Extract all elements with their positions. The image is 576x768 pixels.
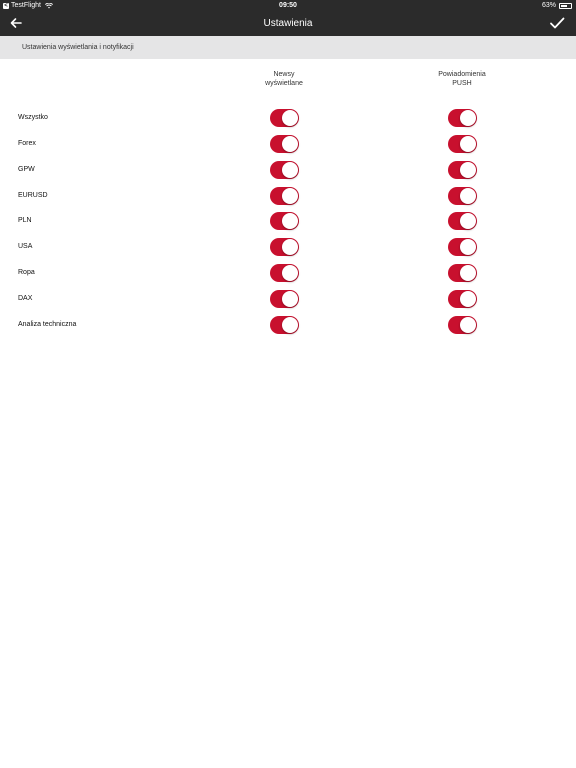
status-right: 63%	[542, 0, 572, 11]
column-header-push: Powiadomienia PUSH	[438, 71, 486, 87]
battery-percent: 63%	[541, 2, 556, 9]
list-item: USA	[0, 234, 576, 260]
toggle-push[interactable]	[448, 134, 477, 153]
status-bar: < TestFlight 09:50 63%	[0, 0, 576, 11]
battery-fill	[561, 4, 567, 7]
toggle-news[interactable]	[270, 264, 299, 283]
toggle-news[interactable]	[270, 109, 299, 127]
toggle-news[interactable]	[270, 134, 299, 153]
toggle-knob	[282, 161, 298, 178]
column-header-news: Newsy wyświetlane	[265, 71, 303, 87]
list-item: Wszystko	[0, 105, 576, 131]
toggle-knob	[282, 213, 298, 230]
list-item: GPW	[0, 157, 576, 183]
toggle-knob	[460, 239, 476, 256]
list-item: Forex	[0, 131, 576, 157]
toggle-knob	[460, 265, 476, 282]
list-item: Analiza techniczna	[0, 312, 576, 338]
row-label: DAX	[18, 294, 33, 302]
toggle-knob	[282, 265, 298, 282]
status-time: 09:50	[279, 2, 297, 9]
battery-icon	[559, 2, 572, 9]
row-label: Analiza techniczna	[18, 320, 77, 328]
toggle-knob	[460, 316, 476, 333]
toggle-knob	[282, 135, 298, 152]
list-item: Ropa	[0, 260, 576, 286]
row-label: USA	[18, 243, 33, 251]
toggle-news[interactable]	[270, 160, 299, 179]
toggle-push[interactable]	[448, 186, 477, 205]
page-title: Ustawienia	[263, 18, 313, 29]
toggle-knob	[282, 187, 298, 204]
toggle-news[interactable]	[270, 289, 299, 308]
row-label: PLN	[18, 217, 32, 225]
toggle-knob	[460, 213, 476, 230]
row-label: Wszystko	[18, 114, 48, 121]
row-label: GPW	[18, 165, 35, 173]
toggle-knob	[282, 290, 298, 307]
toggle-push[interactable]	[448, 315, 477, 334]
row-label: EURUSD	[18, 191, 48, 199]
checkmark-icon[interactable]	[549, 15, 565, 31]
row-label: Forex	[18, 139, 36, 147]
toggle-push[interactable]	[448, 160, 477, 179]
toggle-knob	[282, 110, 298, 126]
toggle-push[interactable]	[448, 109, 477, 127]
toggle-knob	[460, 161, 476, 178]
toggle-push[interactable]	[448, 212, 477, 231]
toggle-news[interactable]	[270, 315, 299, 334]
toggle-knob	[460, 110, 476, 126]
toggle-news[interactable]	[270, 212, 299, 231]
row-label: Ropa	[18, 269, 35, 277]
toggle-push[interactable]	[448, 289, 477, 308]
list-item: EURUSD	[0, 183, 576, 209]
list-item: PLN	[0, 208, 576, 234]
toggle-knob	[460, 135, 476, 152]
toggle-knob	[460, 290, 476, 307]
list-item: DAX	[0, 286, 576, 312]
toggle-knob	[282, 239, 298, 256]
toggle-knob	[460, 187, 476, 204]
section-header: Ustawienia wyświetlania i notyfikacji	[0, 36, 576, 59]
toggle-push[interactable]	[448, 238, 477, 257]
nav-bar: Ustawienia	[0, 11, 576, 36]
toggle-news[interactable]	[270, 186, 299, 205]
toggle-knob	[282, 316, 298, 333]
toggle-push[interactable]	[448, 264, 477, 283]
toggle-news[interactable]	[270, 238, 299, 257]
